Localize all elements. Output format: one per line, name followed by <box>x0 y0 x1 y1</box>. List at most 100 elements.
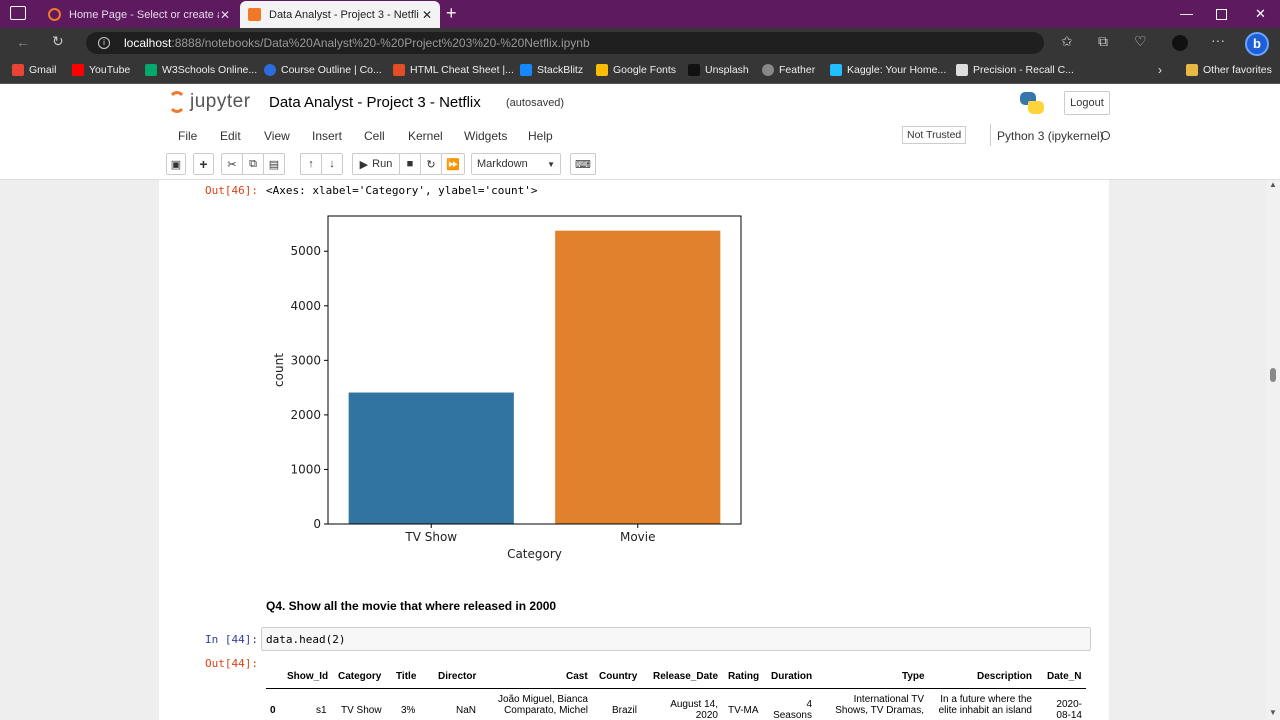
profile-avatar[interactable] <box>1172 35 1188 51</box>
bookmark-youtube[interactable]: YouTube <box>72 64 130 76</box>
tab-home-page[interactable]: Home Page - Select or create a n ✕ <box>40 1 238 28</box>
refresh-icon[interactable]: ↻ <box>52 33 64 50</box>
column-header: Description <box>977 671 1033 682</box>
scrollbar-thumb[interactable] <box>1270 368 1276 382</box>
menu-widgets[interactable]: Widgets <box>464 129 507 143</box>
stop-icon[interactable]: ■ <box>399 153 421 175</box>
cell-type-select[interactable]: Markdown ▼ <box>471 153 561 175</box>
restart-icon[interactable]: ↻ <box>420 153 442 175</box>
bookmark-gmail[interactable]: Gmail <box>12 64 56 76</box>
save-icon[interactable]: ▣ <box>166 153 186 175</box>
google-fonts-icon <box>596 64 608 76</box>
trust-status-button[interactable]: Not Trusted <box>902 126 967 144</box>
bookmark-html-cheat-sheet[interactable]: HTML Cheat Sheet |... <box>393 64 514 76</box>
bookmark-label: YouTube <box>89 64 131 76</box>
menu-insert[interactable]: Insert <box>312 129 342 143</box>
y-axis-label: count <box>272 353 286 387</box>
cell-date-n: 2020-08-14 <box>1056 699 1082 720</box>
bar-chart: TV Show Movie 0 1000 2000 3000 4000 5000 Categor… <box>272 215 742 561</box>
insert-cell-icon[interactable]: + <box>193 153 214 175</box>
bookmark-google-fonts[interactable]: Google Fonts <box>596 64 676 76</box>
kaggle-icon <box>830 64 842 76</box>
bookmark-feather[interactable]: Feather <box>762 64 815 76</box>
new-tab-icon[interactable]: + <box>446 3 457 24</box>
y-tick-label: 0 <box>313 517 321 531</box>
menu-edit[interactable]: Edit <box>220 129 241 143</box>
input-prompt: In [44]: <box>205 633 258 646</box>
more-menu-icon[interactable]: ··· <box>1211 32 1225 48</box>
menu-kernel[interactable]: Kernel <box>408 129 443 143</box>
move-up-icon[interactable]: ↑ <box>300 153 322 175</box>
window-close-icon[interactable]: ✕ <box>1255 6 1266 22</box>
bookmark-precision-recall[interactable]: Precision - Recall C... <box>956 64 1074 76</box>
tab-notebook[interactable]: Data Analyst - Project 3 - Netflix ✕ <box>240 1 440 28</box>
logout-button[interactable]: Logout <box>1064 91 1110 115</box>
notebook-title[interactable]: Data Analyst - Project 3 - Netflix <box>269 94 481 111</box>
menu-file[interactable]: File <box>178 129 197 143</box>
copy-icon[interactable]: ⧉ <box>242 153 264 175</box>
collections-icon[interactable]: ⧉ <box>1098 33 1108 50</box>
close-icon[interactable]: ✕ <box>220 8 230 22</box>
command-palette-icon[interactable]: ⌨ <box>570 153 596 175</box>
minimize-icon[interactable]: — <box>1180 6 1193 21</box>
bing-icon[interactable]: b <box>1245 32 1269 56</box>
menu-cell[interactable]: Cell <box>364 129 385 143</box>
move-down-icon[interactable]: ↓ <box>321 153 343 175</box>
browser-tab-bar: Home Page - Select or create a n ✕ Data … <box>0 0 1280 28</box>
paste-icon[interactable]: ▤ <box>263 153 285 175</box>
favorites-icon[interactable]: ✩ <box>1061 33 1073 50</box>
column-header: Country <box>599 671 638 682</box>
menu-view[interactable]: View <box>264 129 290 143</box>
tab-actions-icon[interactable] <box>10 6 26 20</box>
cell-title: 3% <box>401 705 416 716</box>
cell-type-value: Markdown <box>477 158 528 170</box>
bookmark-stackblitz[interactable]: StackBlitz <box>520 64 583 76</box>
bookmark-kaggle[interactable]: Kaggle: Your Home... <box>830 64 946 76</box>
row-index: 0 <box>270 705 276 716</box>
chevron-right-icon[interactable]: › <box>1158 63 1162 77</box>
kernel-name[interactable]: Python 3 (ipykernel) <box>997 129 1104 143</box>
bookmark-label: Other favorites <box>1203 64 1272 76</box>
feather-icon <box>762 64 774 76</box>
bookmark-unsplash[interactable]: Unsplash <box>688 64 749 76</box>
cell-category: TV Show <box>341 705 382 716</box>
kernel-idle-icon <box>1101 131 1110 140</box>
bookmark-w3schools[interactable]: W3Schools Online... <box>145 64 257 76</box>
menu-help[interactable]: Help <box>528 129 553 143</box>
bookmark-other-favorites[interactable]: Other favorites <box>1186 64 1272 76</box>
bookmark-label: W3Schools Online... <box>162 64 258 76</box>
bookmark-course-outline[interactable]: Course Outline | Co... <box>264 64 382 76</box>
restart-run-all-icon[interactable]: ⏩ <box>441 153 465 175</box>
cell-description: In a future where the elite inhabit an i… <box>938 694 1032 716</box>
cell-country: Brazil <box>612 705 638 716</box>
code-cell-input[interactable]: data.head(2) <box>261 627 1091 651</box>
site-info-icon[interactable]: i <box>98 37 110 49</box>
back-icon[interactable]: ← <box>16 34 30 50</box>
jupyter-logo-text: jupyter <box>190 91 251 112</box>
tab-title: Data Analyst - Project 3 - Netflix <box>269 8 419 21</box>
cut-icon[interactable]: ✂ <box>221 153 243 175</box>
maximize-icon[interactable] <box>1216 9 1227 20</box>
jupyter-logo[interactable]: jupyter <box>168 91 251 113</box>
scroll-up-icon[interactable]: ▲ <box>1269 180 1277 189</box>
youtube-icon <box>72 64 84 76</box>
output-prompt: Out[44]: <box>205 657 258 670</box>
bookmark-label: Course Outline | Co... <box>281 64 382 76</box>
w3schools-icon <box>145 64 157 76</box>
bookmark-label: Feather <box>779 64 816 76</box>
chevron-down-icon: ▼ <box>547 159 555 169</box>
cell-rating: TV-MA <box>728 705 759 716</box>
page-scrollbar[interactable]: ▲ ▼ <box>1266 180 1280 720</box>
column-header: Type <box>902 671 925 682</box>
bookmark-label: Kaggle: Your Home... <box>847 64 947 76</box>
bookmark-label: Precision - Recall C... <box>973 64 1074 76</box>
scroll-down-icon[interactable]: ▼ <box>1269 708 1277 717</box>
coursera-icon <box>264 64 276 76</box>
url-input[interactable]: i localhost:8888/notebooks/Data%20Analys… <box>86 32 1044 54</box>
close-icon[interactable]: ✕ <box>422 8 432 22</box>
run-button[interactable]: ▶ Run <box>352 153 400 175</box>
column-header: Rating <box>728 671 760 682</box>
browser-essentials-icon[interactable]: ♡ <box>1134 33 1147 50</box>
url-path: :8888/notebooks/Data%20Analyst%20-%20Pro… <box>171 36 590 50</box>
folder-icon <box>1186 64 1198 76</box>
